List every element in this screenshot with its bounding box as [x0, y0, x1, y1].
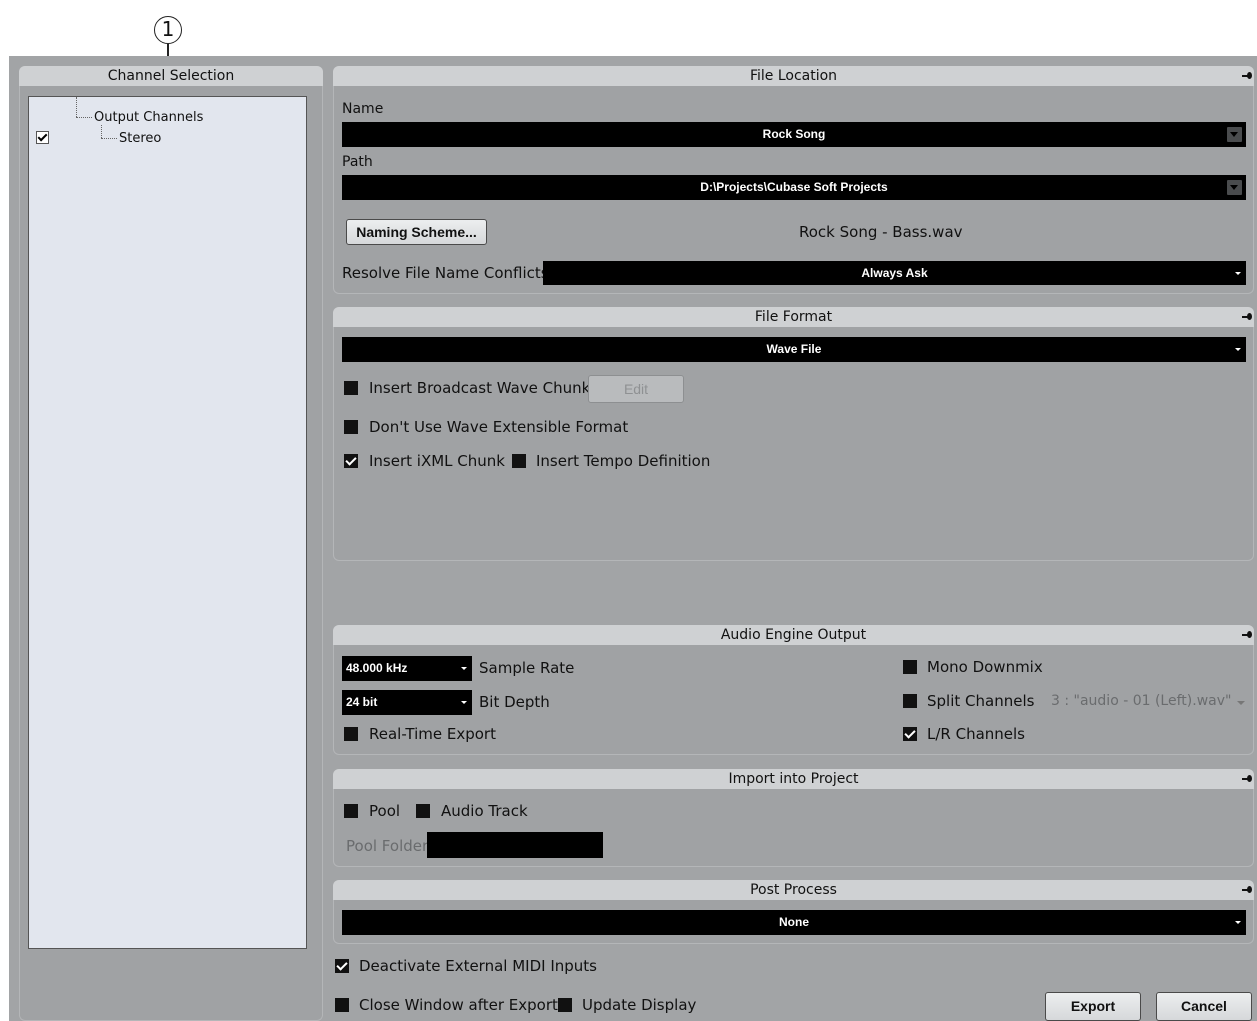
pin-icon[interactable] [1242, 310, 1252, 324]
update-display-label: Update Display [582, 996, 697, 1014]
deactivate-midi-label: Deactivate External MIDI Inputs [359, 957, 597, 975]
audio-track-checkbox[interactable] [416, 804, 430, 818]
name-field[interactable]: Rock Song [342, 122, 1246, 147]
chevron-down-icon [1235, 921, 1241, 924]
sample-rate-select[interactable]: 48.000 kHz [342, 656, 472, 681]
path-field[interactable]: D:\Projects\Cubase Soft Projects [342, 175, 1246, 200]
file-location-title: File Location [749, 68, 838, 84]
split-channels-select[interactable]: 3 : "audio - 01 (Left).wav" [1051, 693, 1231, 709]
stereo-checkbox[interactable] [36, 131, 49, 144]
tree-connector [101, 125, 102, 138]
resolve-conflicts-label: Resolve File Name Conflicts [342, 264, 549, 282]
lr-channels-checkbox[interactable] [903, 727, 917, 741]
mono-downmix-label: Mono Downmix [927, 658, 1043, 676]
pool-folder-field[interactable] [427, 832, 603, 858]
name-label: Name [342, 101, 384, 117]
chevron-down-icon [1235, 348, 1241, 351]
ixml-label: Insert iXML Chunk [369, 452, 505, 470]
tree-node-stereo[interactable]: Stereo [119, 131, 161, 146]
pool-label: Pool [369, 802, 401, 820]
cancel-button[interactable]: Cancel [1156, 992, 1252, 1021]
post-process-value: None [779, 915, 809, 929]
naming-scheme-button[interactable]: Naming Scheme... [346, 219, 487, 245]
sample-rate-label: Sample Rate [479, 659, 575, 677]
tempo-definition-checkbox[interactable] [512, 454, 526, 468]
file-format-select[interactable]: Wave File [342, 337, 1246, 362]
post-process-header[interactable]: Post Process [333, 880, 1254, 900]
channel-selection-header[interactable]: Channel Selection [19, 66, 323, 86]
update-display-checkbox[interactable] [558, 998, 572, 1012]
name-value: Rock Song [762, 127, 826, 141]
post-process-select[interactable]: None [342, 910, 1246, 935]
tree-connector [76, 97, 77, 117]
file-format-header[interactable]: File Format [333, 307, 1254, 327]
pin-icon[interactable] [1242, 772, 1252, 786]
path-value: D:\Projects\Cubase Soft Projects [700, 180, 888, 194]
split-channels-checkbox[interactable] [903, 694, 917, 708]
bit-depth-select[interactable]: 24 bit [342, 690, 472, 715]
tree-node-output-channels[interactable]: Output Channels [94, 110, 203, 125]
tree-connector [101, 138, 117, 139]
pool-checkbox[interactable] [344, 804, 358, 818]
edit-button[interactable]: Edit [588, 375, 684, 403]
deactivate-midi-checkbox[interactable] [335, 959, 349, 973]
chevron-down-icon [461, 701, 467, 704]
pool-folder-label: Pool Folder [346, 837, 429, 855]
close-window-label: Close Window after Export [359, 996, 558, 1014]
wave-extensible-label: Don't Use Wave Extensible Format [369, 418, 629, 436]
chevron-down-icon [461, 667, 467, 670]
tempo-definition-label: Insert Tempo Definition [536, 452, 711, 470]
tree-connector [76, 117, 92, 118]
broadcast-wave-checkbox[interactable] [344, 381, 358, 395]
realtime-export-checkbox[interactable] [344, 727, 358, 741]
resolve-conflicts-select[interactable]: Always Ask [543, 261, 1246, 285]
bit-depth-label: Bit Depth [479, 693, 550, 711]
callout-number-1: 1 [154, 16, 182, 44]
import-into-project-header[interactable]: Import into Project [333, 769, 1254, 789]
path-label: Path [342, 154, 373, 170]
broadcast-wave-label: Insert Broadcast Wave Chunk [369, 379, 591, 397]
channel-tree[interactable]: Output Channels Stereo [28, 96, 307, 949]
pin-icon[interactable] [1242, 883, 1252, 897]
dropdown-arrow-icon[interactable] [1227, 127, 1242, 142]
file-format-title: File Format [754, 309, 833, 325]
audio-engine-output-title: Audio Engine Output [720, 627, 867, 643]
import-into-project-title: Import into Project [728, 771, 859, 787]
split-channels-label: Split Channels [927, 692, 1035, 710]
filename-preview: Rock Song - Bass.wav [799, 223, 963, 241]
realtime-export-label: Real-Time Export [369, 725, 496, 743]
pin-icon[interactable] [1242, 69, 1252, 83]
sample-rate-value: 48.000 kHz [346, 661, 408, 675]
resolve-conflicts-value: Always Ask [861, 266, 928, 280]
audio-track-label: Audio Track [441, 802, 528, 820]
post-process-title: Post Process [750, 882, 837, 898]
mono-downmix-checkbox[interactable] [903, 660, 917, 674]
dropdown-arrow-icon[interactable] [1227, 180, 1242, 195]
file-location-header[interactable]: File Location [333, 66, 1254, 86]
file-format-value: Wave File [766, 342, 822, 356]
channel-selection-title: Channel Selection [107, 68, 235, 84]
bit-depth-value: 24 bit [346, 695, 378, 709]
lr-channels-label: L/R Channels [927, 725, 1025, 743]
ixml-checkbox[interactable] [344, 454, 358, 468]
export-button[interactable]: Export [1045, 992, 1141, 1021]
wave-extensible-checkbox[interactable] [344, 420, 358, 434]
chevron-down-icon [1237, 701, 1245, 705]
pin-icon[interactable] [1242, 628, 1252, 642]
chevron-down-icon [1235, 272, 1241, 275]
close-window-checkbox[interactable] [335, 998, 349, 1012]
audio-engine-output-header[interactable]: Audio Engine Output [333, 625, 1254, 645]
